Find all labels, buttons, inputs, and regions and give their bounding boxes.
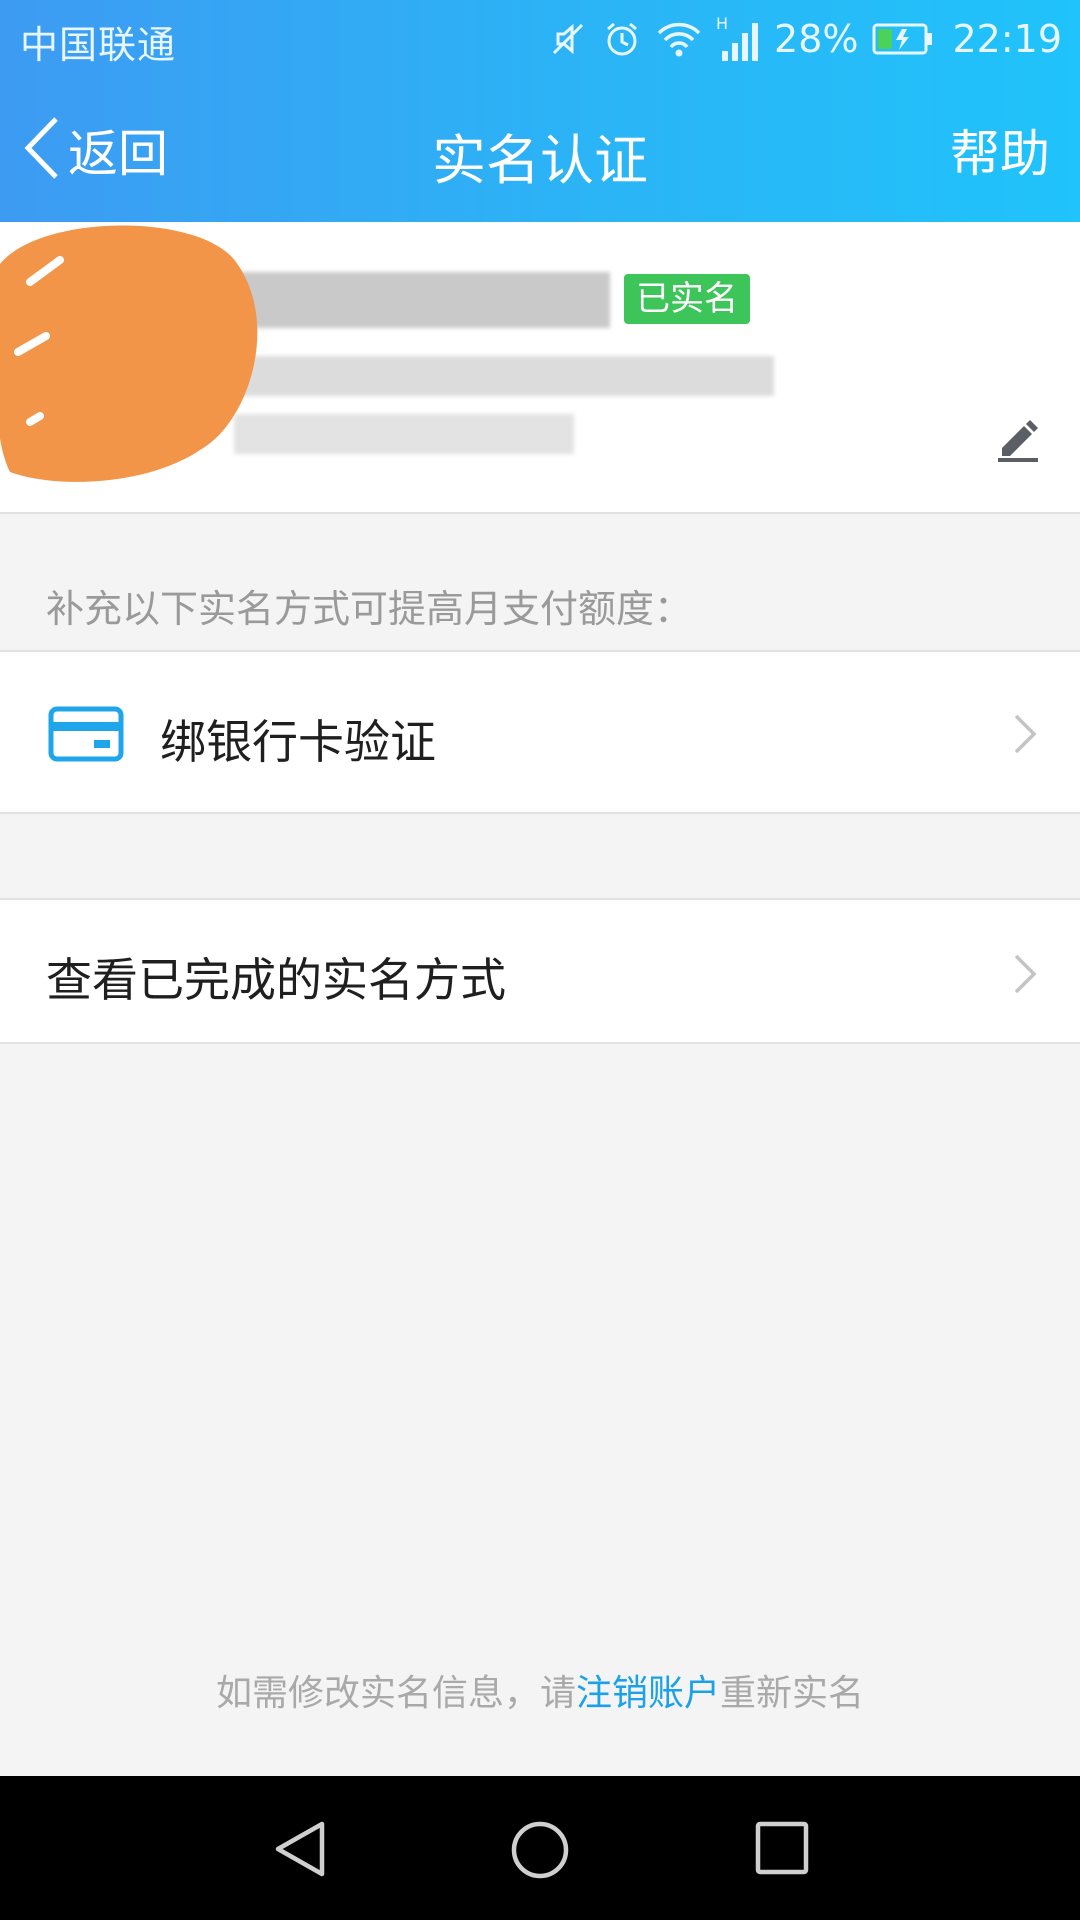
pencil-icon[interactable] [996, 416, 1040, 468]
redacted-name [240, 272, 610, 328]
back-triangle-icon[interactable] [272, 1820, 328, 1882]
verified-badge: 已实名 [624, 274, 750, 324]
mute-icon [548, 19, 588, 59]
help-button[interactable]: 帮助 [950, 114, 1050, 186]
bind-bank-card-row[interactable]: 绑银行卡验证 [0, 650, 1080, 814]
alarm-icon [602, 19, 642, 59]
cancel-account-link[interactable]: 注销账户 [576, 1673, 720, 1714]
clock: 22:19 [952, 17, 1062, 61]
real-name-auth-screen: 中国联通 H 28% 22:19 返回 实名认证 帮助 已实名 补充以下实名方式… [0, 0, 1080, 1920]
redacted-account [234, 356, 774, 396]
bind-bank-card-label: 绑银行卡验证 [160, 715, 436, 769]
battery-charging-icon [872, 22, 934, 56]
page-title: 实名认证 [432, 129, 648, 192]
status-icons: H 28% 22:19 [548, 10, 1062, 68]
system-nav-bar [0, 1776, 1080, 1920]
home-circle-icon[interactable] [510, 1820, 570, 1884]
footer-prefix: 如需修改实名信息，请 [215, 1673, 576, 1714]
chevron-right-icon [1012, 712, 1038, 760]
wifi-icon [656, 19, 702, 59]
battery-percent: 28% [774, 17, 859, 61]
redacted-id [234, 414, 574, 454]
recent-apps-square-icon[interactable] [754, 1820, 810, 1880]
footer-note: 如需修改实名信息，请注销账户重新实名 [0, 1664, 1080, 1716]
section-hint: 补充以下实名方式可提高月支付额度： [46, 587, 693, 631]
network-type: H [716, 15, 728, 33]
footer-suffix: 重新实名 [720, 1673, 865, 1714]
nav-bar: 返回 实名认证 帮助 [0, 78, 1080, 222]
carrier-name: 中国联通 [20, 23, 177, 67]
chevron-right-icon [1012, 952, 1038, 1000]
avatar [0, 225, 258, 482]
bank-card-icon [48, 706, 124, 766]
status-bar: 中国联通 H 28% 22:19 [0, 0, 1080, 78]
view-completed-label: 查看已完成的实名方式 [46, 953, 506, 1007]
profile-card: 已实名 [0, 222, 1080, 514]
signal-icon: H [716, 15, 760, 63]
view-completed-methods-row[interactable]: 查看已完成的实名方式 [0, 898, 1080, 1044]
